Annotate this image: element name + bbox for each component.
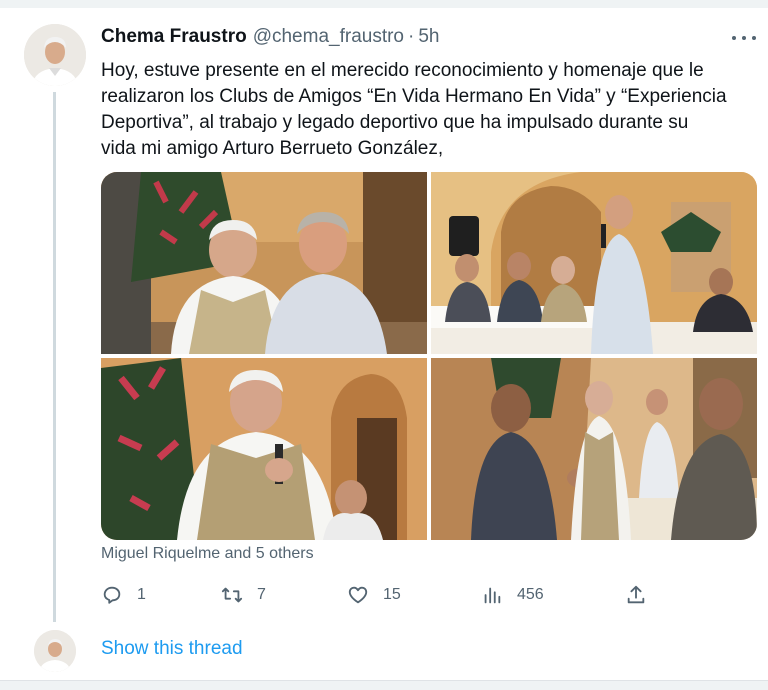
top-divider — [0, 0, 768, 8]
bottom-divider — [0, 680, 768, 690]
share-icon — [627, 585, 645, 604]
show-thread-link[interactable]: Show this thread — [101, 638, 243, 660]
tweet-photo-2[interactable] — [431, 172, 757, 354]
retweet-count: 7 — [257, 586, 266, 603]
tweet-text-line: vida mi amigo Arturo Berrueto González, — [101, 138, 444, 159]
tweet-photo-3[interactable] — [101, 358, 427, 540]
tweet-header: Chema Fraustro @chema_fraustro · 5h — [101, 26, 439, 50]
analytics-icon — [484, 587, 501, 604]
author-name[interactable]: Chema Fraustro — [101, 26, 247, 48]
tweet-text-line: realizaron los Clubs de Amigos “En Vida … — [101, 86, 727, 107]
retweet-button[interactable]: 7 — [221, 580, 266, 610]
author-handle[interactable]: @chema_fraustro — [253, 26, 404, 48]
tweet-media-grid — [101, 172, 757, 540]
tweet-text-line: Hoy, estuve presente en el merecido reco… — [101, 60, 704, 81]
tweet-timestamp[interactable]: 5h — [418, 26, 439, 48]
tweet-photo-1[interactable] — [101, 172, 427, 354]
author-avatar[interactable] — [24, 24, 86, 86]
share-button[interactable] — [625, 580, 647, 610]
views-count: 456 — [517, 586, 544, 603]
more-horizontal-icon[interactable] — [732, 28, 756, 48]
tweet-action-bar: 1 7 15 456 — [101, 580, 661, 610]
reply-count: 1 — [137, 586, 146, 603]
retweet-icon — [221, 587, 243, 603]
tweet-card: Chema Fraustro @chema_fraustro · 5h Hoy,… — [0, 0, 768, 690]
header-separator: · — [408, 26, 415, 47]
reply-button[interactable]: 1 — [101, 580, 146, 610]
tweet-photo-4[interactable] — [431, 358, 757, 540]
liked-by-text[interactable]: Miguel Riquelme and 5 others — [101, 545, 314, 563]
like-count: 15 — [383, 586, 401, 603]
like-button[interactable]: 15 — [347, 580, 401, 610]
views-button[interactable]: 456 — [481, 580, 544, 610]
tweet-text: Hoy, estuve presente en el merecido reco… — [101, 58, 751, 162]
tweet-text-line: Deportiva”, al trabajo y legado deportiv… — [101, 112, 689, 133]
thread-connector-line — [53, 92, 56, 622]
reply-icon — [103, 586, 121, 604]
thread-author-avatar[interactable] — [34, 630, 76, 672]
heart-icon — [348, 586, 368, 604]
